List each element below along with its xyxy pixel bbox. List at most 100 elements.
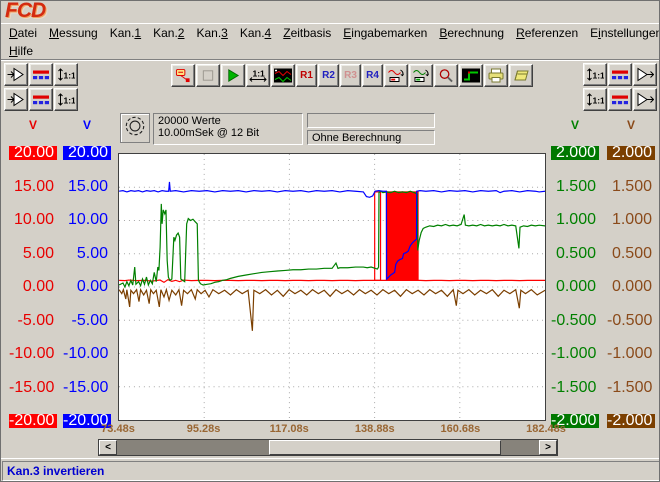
ref2-button[interactable]: R2	[318, 64, 339, 87]
axis-value: 15.00	[9, 180, 57, 194]
print-icon	[487, 68, 505, 83]
toolbar-right-row-2: 1:1	[583, 88, 657, 111]
scroll-right-button[interactable]: >	[539, 440, 557, 455]
axis-value: -10.00	[63, 347, 111, 361]
app-logo: FCD	[5, 0, 45, 23]
stop-icon	[199, 68, 217, 83]
erase-button[interactable]	[509, 64, 533, 87]
time-1to1-button[interactable]: 1:1	[246, 64, 270, 87]
toolbar-right-row-1: 1:1	[583, 63, 657, 86]
menu-item-messung[interactable]: Messung	[43, 25, 104, 41]
scroll-left-button[interactable]: <	[99, 440, 117, 455]
axis-value: -1.000	[551, 347, 599, 361]
axis-unit-2: V	[551, 118, 599, 132]
axis-value: -0.500	[607, 314, 655, 328]
amplitude-1to1-button[interactable]: 1:1	[54, 88, 78, 111]
menu-item-datei[interactable]: Datei	[3, 25, 43, 41]
status-bar: Kan.3 invertieren	[1, 458, 660, 482]
time-1to1-icon: 1:1	[249, 68, 267, 83]
axis-value: 20.00	[9, 146, 57, 160]
scale-lines-button[interactable]	[608, 63, 632, 86]
sample-count: 20000 Werte	[158, 115, 298, 127]
zoom-lens-button[interactable]	[434, 64, 458, 87]
play-icon	[224, 68, 242, 83]
menu-item-kan-2[interactable]: Kan.2	[147, 25, 190, 41]
time-tick-label: 138.88s	[345, 423, 405, 435]
menu-item-kan-3[interactable]: Kan.3	[190, 25, 233, 41]
amplitude-1to1-button[interactable]: 1:1	[583, 88, 607, 111]
toolbar-left-row-2: 1:1	[4, 88, 78, 111]
axis-value: -1.000	[607, 347, 655, 361]
svg-text:1:1: 1:1	[253, 69, 266, 79]
time-tick-label: 73.48s	[88, 423, 148, 435]
ref3-button[interactable]: R3	[340, 64, 361, 87]
menu-item-berechnung[interactable]: Berechnung	[433, 25, 510, 41]
axis-value: -0.500	[551, 314, 599, 328]
axis-value: -5.00	[9, 314, 57, 328]
axis-value: 10.00	[9, 213, 57, 227]
play-button[interactable]	[221, 64, 245, 87]
scale-lines-button[interactable]	[608, 88, 632, 111]
probe-icon	[174, 68, 192, 83]
menu-item-eingabemarken[interactable]: Eingabemarken	[337, 25, 433, 41]
app-window: FCD DateiMessungKan.1Kan.2Kan.3Kan.4Zeit…	[0, 0, 660, 482]
amplitude-1to1-icon: 1:1	[57, 92, 75, 107]
copy-to-ref-green-button[interactable]	[409, 64, 433, 87]
trace-kan-3	[119, 191, 545, 287]
menu-item-kan-4[interactable]: Kan.4	[234, 25, 277, 41]
calc-box-top	[307, 113, 435, 128]
menu-item-hilfe[interactable]: Hilfe	[3, 43, 39, 59]
trace-pulse-kan-1	[375, 192, 381, 280]
trace-kan-4	[119, 290, 545, 331]
scale-lines-icon	[611, 92, 629, 107]
axis-value: -5.00	[63, 314, 111, 328]
stop-button[interactable]	[196, 64, 220, 87]
axis-value: 0.500	[551, 247, 599, 261]
print-button[interactable]	[484, 64, 508, 87]
scale-lines-icon	[32, 92, 50, 107]
axis-value: 0.00	[9, 280, 57, 294]
calc-box-bottom: Ohne Berechnung	[307, 130, 435, 145]
step-display-icon	[462, 68, 480, 83]
probe-button[interactable]	[171, 64, 195, 87]
plot-area[interactable]	[118, 153, 546, 421]
amp-in-button[interactable]	[4, 88, 28, 111]
amplitude-1to1-button[interactable]: 1:1	[583, 63, 607, 86]
step-display-button[interactable]	[459, 64, 483, 87]
scale-lines-button[interactable]	[29, 63, 53, 86]
amp-in-button[interactable]	[4, 63, 28, 86]
svg-text:1:1: 1:1	[593, 71, 605, 81]
ref1-button[interactable]: R1	[296, 64, 317, 87]
sample-rate: 10.00mSek @ 12 Bit	[158, 127, 298, 139]
amp-out-button[interactable]	[633, 88, 657, 111]
amp-in-icon	[7, 67, 25, 82]
menu-item-referenzen[interactable]: Referenzen	[510, 25, 584, 41]
menu-item-zeitbasis[interactable]: Zeitbasis	[277, 25, 337, 41]
ref4-button[interactable]: R4	[362, 64, 383, 87]
scroll-track-right[interactable]	[501, 440, 539, 455]
axis-value: -10.00	[9, 347, 57, 361]
status-text: Kan.3 invertieren	[2, 461, 660, 481]
axis-value: 0.500	[607, 247, 655, 261]
amp-out-button[interactable]	[633, 63, 657, 86]
menu-item-einstellungen[interactable]: Einstellungen	[584, 25, 660, 41]
channels-display-button[interactable]	[271, 64, 295, 87]
axis-value: -1.500	[551, 381, 599, 395]
time-tick-label: 182.48s	[516, 423, 576, 435]
amplitude-1to1-button[interactable]: 1:1	[54, 63, 78, 86]
time-tick-label: 95.28s	[174, 423, 234, 435]
menu-row-1: DateiMessungKan.1Kan.2Kan.3Kan.4Zeitbasi…	[1, 24, 660, 42]
axis-value: -1.500	[607, 381, 655, 395]
scale-lines-icon	[611, 67, 629, 82]
scale-lines-button[interactable]	[29, 88, 53, 111]
copy-to-ref-red-button[interactable]	[384, 64, 408, 87]
zoom-lens-icon	[437, 68, 455, 83]
axis-value: 5.00	[9, 247, 57, 261]
trace-kan-2	[119, 182, 545, 279]
time-scrollbar[interactable]: < >	[98, 439, 558, 456]
scroll-thumb[interactable]	[269, 440, 501, 455]
channels-display-icon	[274, 68, 292, 83]
record-rings-button[interactable]	[120, 113, 150, 143]
menu-item-kan-1[interactable]: Kan.1	[104, 25, 147, 41]
scroll-track-left[interactable]	[117, 440, 269, 455]
